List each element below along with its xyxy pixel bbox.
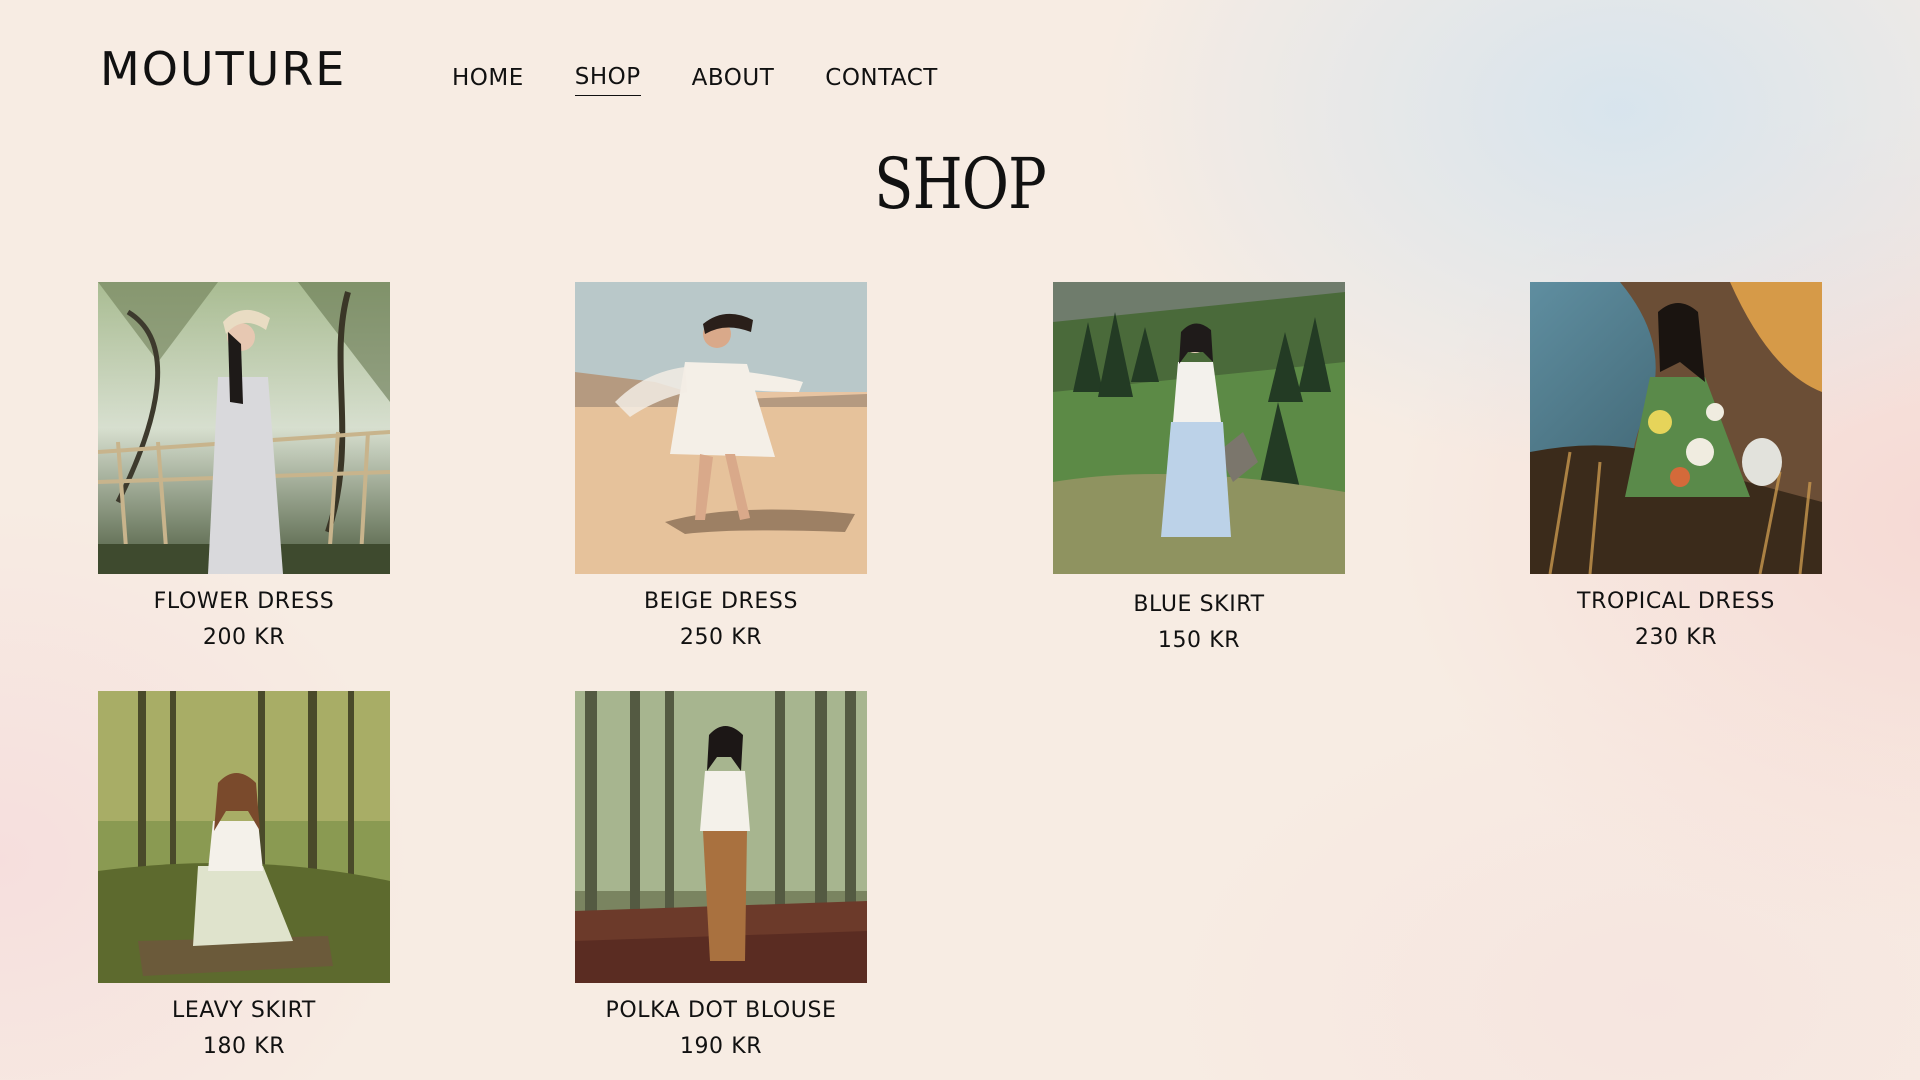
product-card-blue-skirt[interactable]: BLUE SKIRT 150 KR bbox=[1053, 282, 1345, 659]
nav-about-link[interactable]: ABOUT bbox=[692, 60, 775, 96]
product-price: 200 KR bbox=[202, 625, 286, 650]
product-card-tropical-dress[interactable]: TROPICAL DRESS 230 KR bbox=[1530, 282, 1822, 656]
product-price: 180 KR bbox=[202, 1034, 286, 1059]
product-name[interactable]: LEAVY SKIRT bbox=[98, 993, 390, 1029]
product-name[interactable]: BEIGE DRESS bbox=[575, 584, 867, 620]
product-price: 190 KR bbox=[679, 1034, 763, 1059]
product-card-flower-dress[interactable]: FLOWER DRESS 200 KR bbox=[98, 282, 390, 656]
nav-home-link[interactable]: HOME bbox=[452, 60, 524, 96]
nav-contact-link[interactable]: CONTACT bbox=[825, 60, 938, 96]
product-card-polka-dot-blouse[interactable]: POLKA DOT BLOUSE 190 KR bbox=[575, 691, 867, 1065]
product-price: 250 KR bbox=[679, 625, 763, 650]
product-image[interactable] bbox=[98, 282, 390, 574]
product-image[interactable] bbox=[575, 282, 867, 574]
nav-shop-link[interactable]: SHOP bbox=[574, 60, 641, 96]
product-name[interactable]: FLOWER DRESS bbox=[98, 584, 390, 620]
product-name[interactable]: TROPICAL DRESS bbox=[1530, 584, 1822, 620]
main-nav: HOME SHOP ABOUT CONTACT bbox=[452, 60, 989, 96]
product-image[interactable] bbox=[98, 691, 390, 983]
product-card-leavy-skirt[interactable]: LEAVY SKIRT 180 KR bbox=[98, 691, 390, 1065]
product-name[interactable]: POLKA DOT BLOUSE bbox=[575, 993, 867, 1029]
product-price: 230 KR bbox=[1634, 625, 1718, 650]
product-image[interactable] bbox=[1530, 282, 1822, 574]
product-image[interactable] bbox=[575, 691, 867, 983]
brand-logo[interactable]: MOUTURE bbox=[100, 38, 346, 100]
product-name[interactable]: BLUE SKIRT bbox=[1053, 587, 1345, 623]
product-image[interactable] bbox=[1053, 282, 1345, 574]
product-card-beige-dress[interactable]: BEIGE DRESS 250 KR bbox=[575, 282, 867, 656]
product-price: 150 KR bbox=[1157, 628, 1241, 653]
page-title: SHOP bbox=[874, 143, 1047, 225]
